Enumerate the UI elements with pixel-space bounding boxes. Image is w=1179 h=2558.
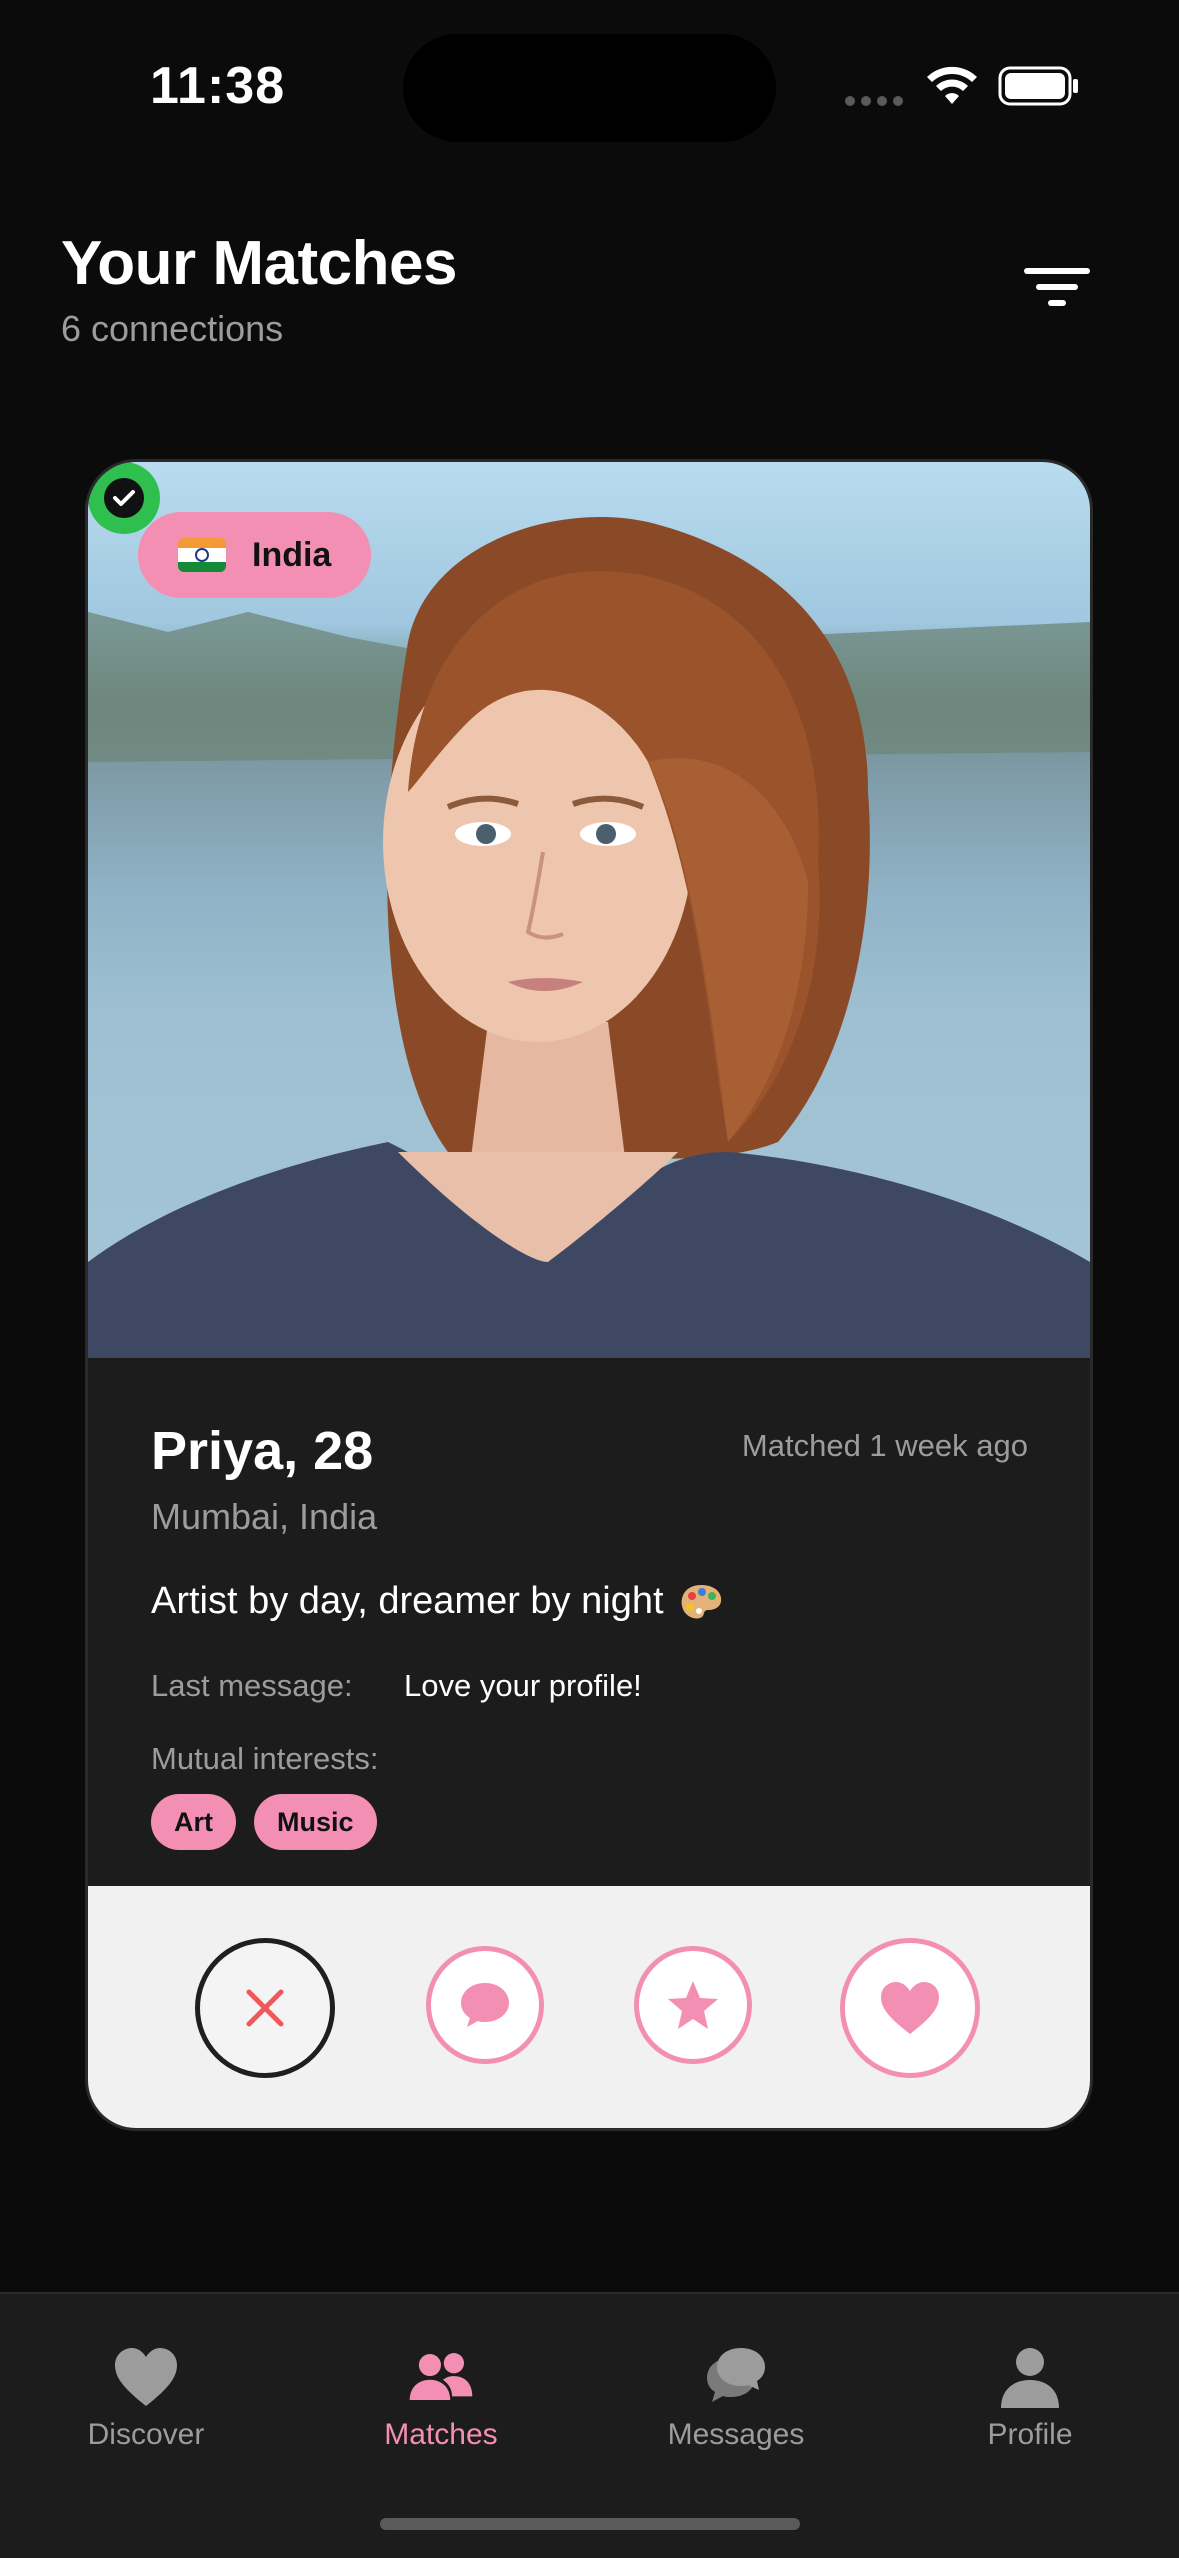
heart-icon	[881, 1982, 939, 2034]
tab-profile[interactable]: Profile	[920, 2344, 1140, 2452]
match-location: Mumbai, India	[151, 1496, 378, 1537]
close-icon	[246, 1989, 284, 2027]
connections-count: 6 connections	[61, 308, 284, 349]
last-message-text: Love your profile!	[404, 1668, 642, 1703]
palette-emoji-icon	[681, 1584, 721, 1618]
india-flag-icon	[178, 538, 226, 572]
interest-tags: Art Music	[151, 1794, 377, 1850]
tab-label-messages: Messages	[667, 2418, 805, 2451]
tab-label-profile: Profile	[987, 2418, 1073, 2451]
verified-check-icon	[88, 462, 160, 534]
match-card[interactable]: India Priya, 28 Matched 1 week ago Mumba…	[88, 462, 1090, 2128]
dynamic-island	[403, 34, 776, 142]
tab-matches[interactable]: Matches	[331, 2344, 551, 2452]
profile-photo[interactable]: India	[88, 462, 1090, 1358]
country-badge[interactable]: India	[138, 512, 372, 598]
match-info: Priya, 28 Matched 1 week ago Mumbai, Ind…	[88, 1358, 1090, 1850]
message-button[interactable]	[426, 1946, 544, 2064]
interest-tag-art[interactable]: Art	[151, 1794, 236, 1850]
pass-button[interactable]	[195, 1938, 335, 2078]
page-title: Your Matches	[61, 229, 457, 298]
cellular-signal-icon	[845, 96, 903, 106]
tab-messages[interactable]: Messages	[626, 2344, 846, 2452]
matched-time: Matched 1 week ago	[741, 1428, 1028, 1463]
bio-text: Artist by day, dreamer by night	[151, 1580, 664, 1622]
mutual-interests-label: Mutual interests:	[151, 1741, 379, 1776]
people-icon	[409, 2353, 473, 2401]
heart-icon	[115, 2348, 177, 2406]
chat-bubbles-icon	[707, 2348, 765, 2402]
super-like-button[interactable]	[634, 1946, 752, 2064]
last-message-label: Last message:	[151, 1668, 353, 1703]
star-icon	[668, 1981, 718, 2029]
tab-label-matches: Matches	[384, 2418, 498, 2451]
person-icon	[1001, 2348, 1059, 2408]
interest-tag-music[interactable]: Music	[254, 1794, 377, 1850]
action-bar	[88, 1886, 1090, 2128]
match-name-age: Priya, 28	[151, 1421, 374, 1481]
tab-discover[interactable]: Discover	[36, 2344, 256, 2452]
tab-label-discover: Discover	[87, 2418, 205, 2451]
home-indicator	[380, 2518, 800, 2530]
filter-icon[interactable]	[1018, 258, 1102, 318]
chat-bubble-icon	[461, 1983, 509, 2027]
like-button[interactable]	[840, 1938, 980, 2078]
status-time: 11:38	[150, 57, 286, 115]
country-label: India	[252, 535, 332, 574]
battery-icon	[998, 66, 1078, 106]
match-bio: Artist by day, dreamer by night	[151, 1580, 724, 1623]
wifi-icon	[927, 66, 977, 104]
